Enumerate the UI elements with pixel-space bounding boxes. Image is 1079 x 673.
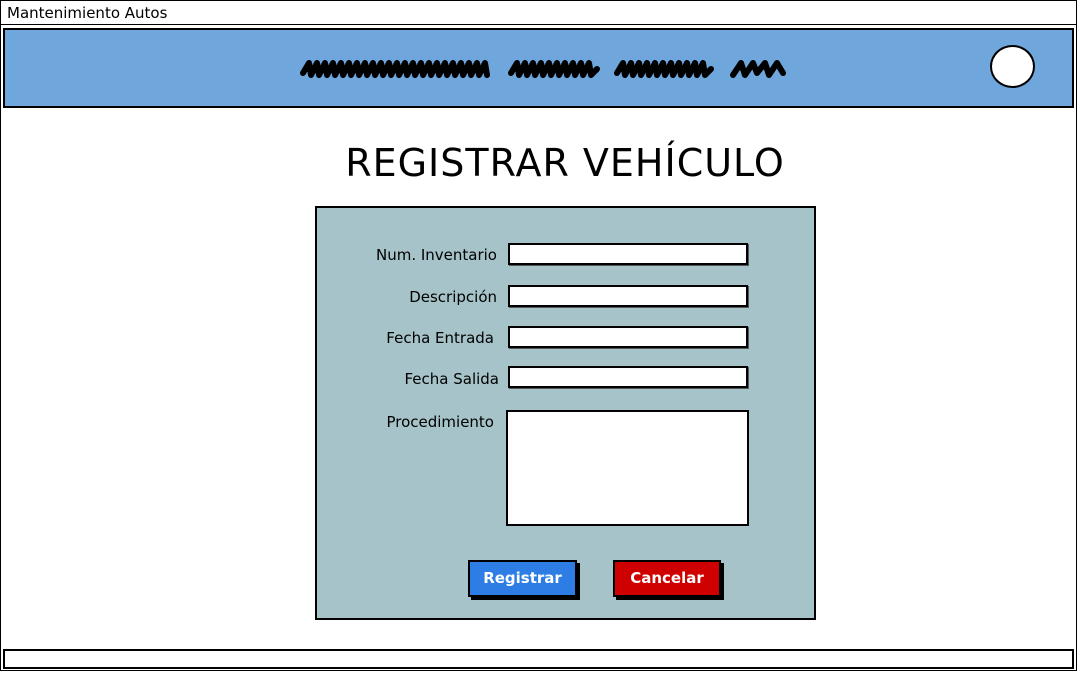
inventory-number-input[interactable] <box>508 243 748 265</box>
register-button[interactable]: Registrar <box>468 560 577 597</box>
page-title: REGISTRAR VEHÍCULO <box>345 141 785 185</box>
exit-date-input[interactable] <box>508 366 748 388</box>
avatar[interactable] <box>990 45 1035 88</box>
entry-date-input[interactable] <box>508 326 748 348</box>
cancel-button[interactable]: Cancelar <box>613 560 721 597</box>
status-bar <box>3 649 1074 669</box>
inventory-number-label: Num. Inventario <box>375 246 497 264</box>
exit-date-label: Fecha Salida <box>404 370 499 388</box>
procedure-label: Procedimiento <box>386 413 494 431</box>
description-label: Descripción <box>409 288 497 306</box>
app-header <box>3 28 1074 108</box>
scribble-banner-icon <box>300 60 786 78</box>
entry-date-label: Fecha Entrada <box>386 329 494 347</box>
window-titlebar: Mantenimiento Autos <box>1 1 1076 25</box>
vehicle-form: Num. Inventario Descripción Fecha Entrad… <box>315 206 816 620</box>
procedure-textarea[interactable] <box>506 410 749 526</box>
app-window: Mantenimiento Autos REGISTRAR VEHÍCULO N… <box>0 0 1077 671</box>
window-title: Mantenimiento Autos <box>7 4 168 22</box>
description-input[interactable] <box>508 285 748 307</box>
